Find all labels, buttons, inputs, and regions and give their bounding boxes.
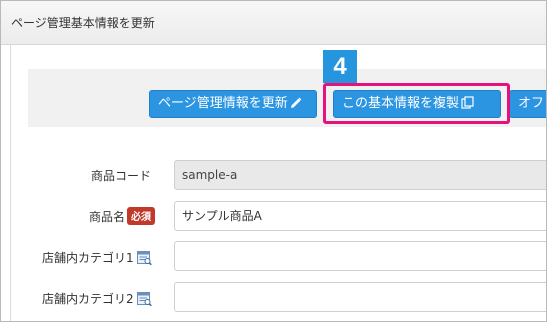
category-list-icon[interactable]: [136, 292, 152, 306]
update-page-info-label: ページ管理情報を更新: [158, 96, 288, 111]
other-action-button[interactable]: オフ: [509, 90, 546, 118]
product-code-label: 商品コード: [91, 169, 152, 183]
update-page-info-button[interactable]: ページ管理情報を更新: [149, 90, 317, 118]
pencil-icon: [290, 97, 302, 108]
panel-body: 4 ページ管理情報を更新 この基本情報を複製 オフ 商品コード sample-a…: [10, 45, 546, 321]
category-list-icon[interactable]: [136, 251, 152, 265]
required-badge: 必須: [127, 207, 156, 225]
category2-input[interactable]: [174, 282, 546, 312]
other-action-label: オフ: [518, 96, 545, 111]
duplicate-button-highlight: [323, 83, 510, 124]
page-info-panel: ページ管理基本情報を更新 4 ページ管理情報を更新 この基本情報を複製 オフ 商…: [0, 0, 547, 322]
panel-title: ページ管理基本情報を更新: [11, 16, 155, 30]
product-name-label: 商品名: [89, 210, 126, 224]
product-code-field[interactable]: sample-a: [174, 160, 546, 190]
category1-input[interactable]: [174, 241, 546, 271]
category2-label-group: 店舗内カテゴリ2: [42, 290, 152, 307]
product-name-label-group: 商品名 必須: [89, 207, 156, 225]
category2-label: 店舗内カテゴリ2: [42, 292, 134, 306]
category1-label-group: 店舗内カテゴリ1: [42, 249, 152, 266]
category1-label: 店舗内カテゴリ1: [42, 251, 134, 265]
product-name-input[interactable]: サンプル商品A: [174, 201, 546, 231]
panel-header: ページ管理基本情報を更新: [1, 1, 546, 45]
step-number-badge: 4: [323, 50, 357, 83]
